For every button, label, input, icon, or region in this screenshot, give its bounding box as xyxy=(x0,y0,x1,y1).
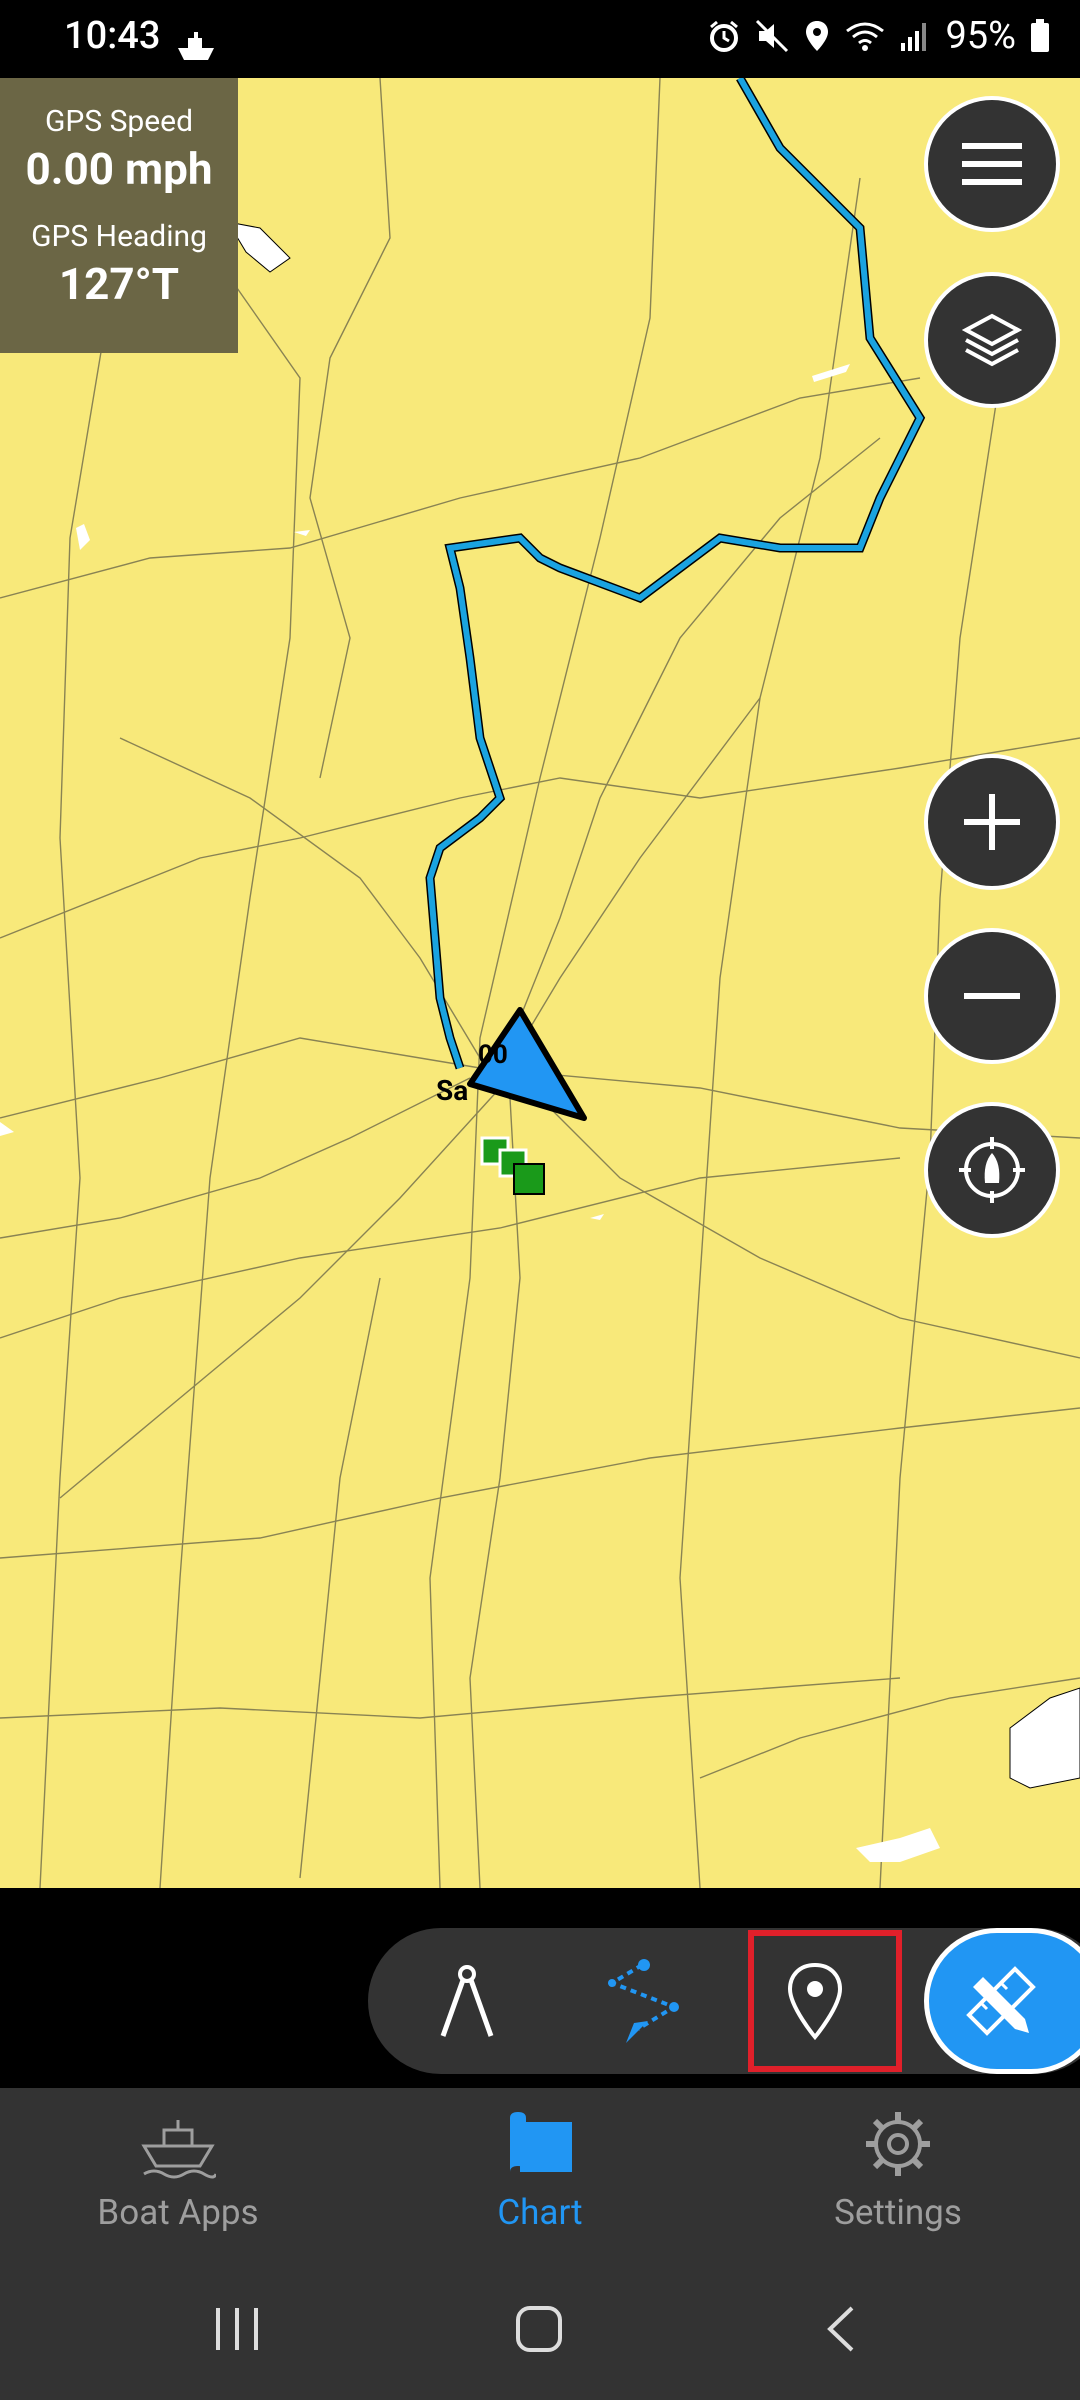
map-place-label: Sa xyxy=(436,1074,469,1107)
compass-divider-icon xyxy=(440,1965,494,2037)
layers-button[interactable] xyxy=(924,272,1060,408)
status-time: 10:43 xyxy=(64,14,161,58)
alarm-icon xyxy=(710,20,739,52)
bottom-navigation: Boat Apps Chart Settings xyxy=(0,2088,1080,2260)
signal-icon xyxy=(901,23,927,51)
gps-heading-label: GPS Heading xyxy=(31,219,207,254)
location-icon xyxy=(806,21,829,51)
wifi-icon xyxy=(846,22,885,51)
minus-icon xyxy=(964,993,1020,999)
gps-speed-label: GPS Speed xyxy=(44,104,193,139)
map-number-label: 00 xyxy=(478,1040,508,1070)
nav-label-chart: Chart xyxy=(497,2192,583,2233)
plus-icon xyxy=(964,794,1020,850)
layers-icon xyxy=(962,313,1022,367)
nav-settings[interactable]: Settings xyxy=(748,2088,1048,2260)
nav-chart[interactable]: Chart xyxy=(390,2088,690,2260)
waypoint-highlight xyxy=(748,1930,902,2072)
menu-button[interactable] xyxy=(924,96,1060,232)
edit-button[interactable] xyxy=(924,1928,1080,2074)
nav-label-boat-apps: Boat Apps xyxy=(97,2192,259,2233)
hamburger-icon xyxy=(962,143,1022,185)
battery-percent: 95% xyxy=(945,14,1016,58)
map-icon xyxy=(510,2112,572,2172)
mute-icon xyxy=(756,19,789,53)
zoom-out-button[interactable] xyxy=(924,928,1060,1064)
home-icon[interactable] xyxy=(514,2304,564,2354)
boat-icon xyxy=(141,2120,216,2179)
gear-icon xyxy=(866,2112,930,2176)
battery-icon xyxy=(1031,19,1049,52)
boat-notification-icon xyxy=(178,32,214,60)
gps-heading-value: 127°T xyxy=(58,258,180,310)
crosshair-boat-icon xyxy=(959,1137,1025,1203)
route-tool-button[interactable] xyxy=(580,1928,710,2074)
scale-label: 5mi xyxy=(134,2014,188,2052)
center-on-boat-button[interactable] xyxy=(924,1102,1060,1238)
scale-bar xyxy=(104,2048,216,2060)
pencil-ruler-icon xyxy=(966,1966,1036,2036)
gps-info-panel: GPS Speed 0.00 mph GPS Heading 127°T xyxy=(0,78,238,353)
status-bar: 10:43 95% xyxy=(0,0,1080,78)
zoom-in-button[interactable] xyxy=(924,754,1060,890)
recent-apps-icon[interactable] xyxy=(214,2306,260,2352)
nav-label-settings: Settings xyxy=(834,2192,962,2233)
route-icon xyxy=(608,1959,679,2043)
measure-tool-button[interactable] xyxy=(402,1928,532,2074)
nav-boat-apps[interactable]: Boat Apps xyxy=(28,2088,328,2260)
back-icon[interactable] xyxy=(824,2306,860,2352)
map-scale: 5mi xyxy=(104,2014,224,2060)
system-navigation-bar xyxy=(0,2260,1080,2400)
gps-speed-value: 0.00 mph xyxy=(25,143,213,195)
